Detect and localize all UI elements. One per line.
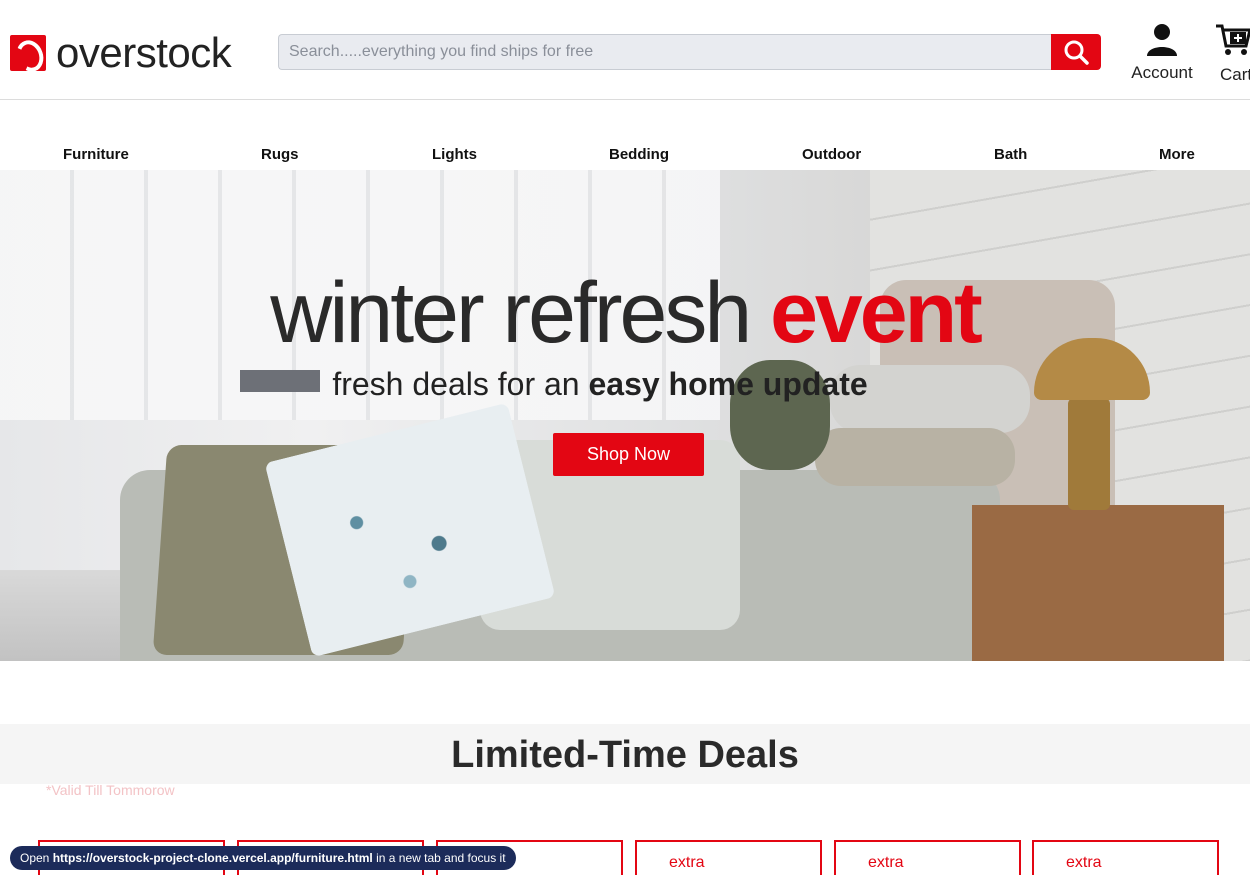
- status-suffix: in a new tab and focus it: [376, 851, 506, 865]
- nav-item-more[interactable]: More: [1159, 146, 1195, 163]
- hero-nightstand: [972, 505, 1224, 661]
- deal-value: 30: [271, 870, 309, 875]
- account-label: Account: [1131, 63, 1193, 82]
- hero-subtitle-main: fresh deals for an: [332, 366, 580, 402]
- nav-item-rugs[interactable]: Rugs: [261, 146, 299, 163]
- cart-label: Cart: [1220, 65, 1250, 84]
- cart-icon: [1216, 24, 1250, 55]
- status-prefix: Open: [20, 851, 50, 865]
- account-icon: [1147, 24, 1177, 56]
- deal-value: 10: [669, 870, 707, 875]
- hero-title-accent: event: [770, 265, 983, 361]
- search-input[interactable]: [278, 34, 1051, 70]
- cart-link[interactable]: Cart: [1214, 22, 1250, 85]
- category-nav: Furniture Rugs Lights Bedding Outdoor Ba…: [0, 146, 1250, 170]
- deal-card[interactable]: extra 15: [834, 840, 1021, 875]
- search-bar: [278, 34, 1101, 70]
- status-url: https://overstock-project-clone.vercel.a…: [52, 851, 373, 865]
- hero-title-main: winter refresh: [270, 265, 752, 361]
- deal-value: 10: [1066, 870, 1104, 875]
- hero-lamp-base: [1068, 398, 1110, 510]
- deal-value: 30: [470, 870, 508, 875]
- deal-card[interactable]: extra 10: [635, 840, 822, 875]
- nav-item-outdoor[interactable]: Outdoor: [802, 146, 861, 163]
- shop-now-button[interactable]: Shop Now: [553, 433, 704, 476]
- nav-item-bedding[interactable]: Bedding: [609, 146, 669, 163]
- deal-card[interactable]: extra 10: [1032, 840, 1219, 875]
- search-icon: [1064, 40, 1089, 65]
- deal-value: 45: [72, 870, 110, 875]
- logo-text: overstock: [56, 29, 232, 76]
- hero-title: winter refresh event: [0, 270, 1250, 356]
- deals-note: *Valid Till Tommorow: [46, 782, 175, 798]
- account-link[interactable]: Account: [1126, 22, 1198, 83]
- site-header: overstock Account Cart: [0, 0, 1250, 100]
- deals-title: Limited-Time Deals: [451, 734, 799, 776]
- logo[interactable]: overstock: [10, 29, 232, 76]
- hero-subtitle: fresh deals for an easy home update: [0, 366, 1200, 403]
- hero-subtitle-strong: easy home update: [588, 366, 868, 402]
- nav-item-lights[interactable]: Lights: [432, 146, 477, 163]
- hero-pillow: [815, 428, 1015, 486]
- deal-value: 15: [868, 870, 906, 875]
- link-status-tooltip: Open https://overstock-project-clone.ver…: [10, 846, 516, 870]
- search-button[interactable]: [1051, 34, 1101, 70]
- hero-banner[interactable]: winter refresh event fresh deals for an …: [0, 170, 1250, 661]
- nav-item-furniture[interactable]: Furniture: [63, 146, 129, 163]
- logo-icon: [10, 35, 46, 71]
- nav-item-bath[interactable]: Bath: [994, 146, 1027, 163]
